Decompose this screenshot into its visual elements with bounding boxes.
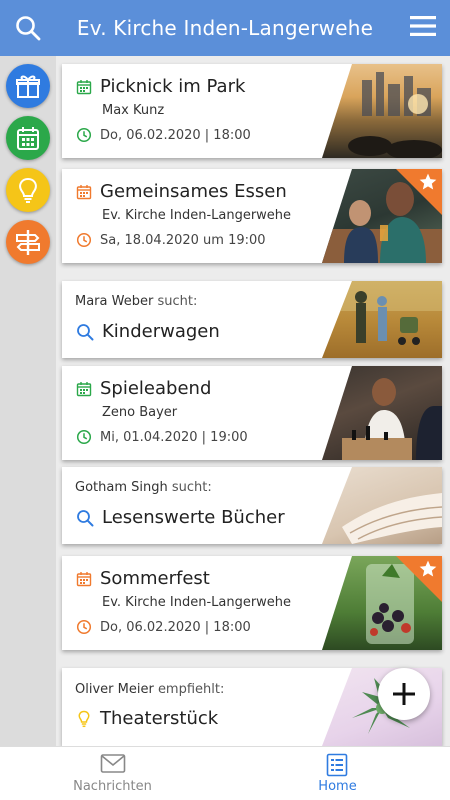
post-image: [322, 467, 442, 544]
event-datetime: Mi, 01.04.2020 | 19:00: [100, 429, 248, 445]
nav-nachrichten[interactable]: Nachrichten: [0, 747, 225, 800]
event-organizer: Ev. Kirche Inden-Langerwehe: [102, 595, 292, 610]
event-card-picknick[interactable]: Picknick im Park Max Kunz Do, 06.02.2020…: [62, 64, 442, 158]
calendar-icon: [76, 571, 92, 586]
clock-icon: [76, 619, 92, 635]
category-rail: [0, 56, 56, 746]
home-list-icon: [326, 753, 348, 777]
page-title: Ev. Kirche Inden-Langerwehe: [76, 16, 374, 40]
star-icon: [419, 560, 437, 577]
category-services-button[interactable]: [6, 220, 50, 264]
add-post-button[interactable]: [378, 668, 430, 720]
calendar-icon: [76, 381, 92, 396]
category-ideas-button[interactable]: [6, 168, 50, 212]
calendar-icon: [76, 184, 92, 199]
post-verb: sucht:: [157, 294, 198, 309]
event-title: Picknick im Park: [100, 76, 246, 97]
clock-icon: [76, 429, 92, 445]
clock-icon: [76, 127, 92, 143]
post-item: Theaterstück: [100, 708, 219, 729]
post-item: Lesenswerte Bücher: [102, 507, 285, 528]
post-verb: empfiehlt:: [157, 682, 225, 697]
search-icon: [77, 509, 94, 526]
post-author-line: Mara Weber sucht:: [75, 294, 197, 309]
nav-nachrichten-label: Nachrichten: [73, 779, 152, 794]
nav-home[interactable]: Home: [225, 747, 450, 800]
post-author: Oliver Meier: [75, 682, 154, 697]
plus-icon: [393, 683, 415, 705]
nav-home-label: Home: [318, 779, 357, 794]
event-title: Spieleabend: [100, 378, 212, 399]
signpost-icon: [16, 230, 40, 255]
post-image: [322, 281, 442, 358]
search-card-buecher[interactable]: Gotham Singh sucht: Lesenswerte Bücher: [62, 467, 442, 544]
event-organizer: Max Kunz: [102, 103, 165, 118]
calendar-icon: [17, 127, 39, 150]
lightbulb-icon: [19, 177, 37, 203]
event-datetime: Do, 06.02.2020 | 18:00: [100, 127, 251, 143]
event-datetime: Do, 06.02.2020 | 18:00: [100, 619, 251, 635]
envelope-icon: [100, 754, 126, 773]
post-author: Gotham Singh: [75, 480, 168, 495]
event-card-essen[interactable]: Gemeinsames Essen Ev. Kirche Inden-Lange…: [62, 169, 442, 263]
event-organizer: Zeno Bayer: [102, 405, 178, 420]
event-image: [322, 64, 442, 158]
star-icon: [419, 173, 437, 190]
post-author-line: Gotham Singh sucht:: [75, 480, 212, 495]
event-card-spieleabend[interactable]: Spieleabend Zeno Bayer Mi, 01.04.2020 | …: [62, 366, 442, 460]
hamburger-menu-icon[interactable]: [410, 13, 436, 39]
event-datetime: Sa, 18.04.2020 um 19:00: [100, 232, 266, 248]
gift-icon: [16, 75, 40, 98]
event-organizer: Ev. Kirche Inden-Langerwehe: [102, 208, 292, 223]
app-header: Ev. Kirche Inden-Langerwehe: [0, 0, 450, 56]
event-card-sommerfest[interactable]: Sommerfest Ev. Kirche Inden-Langerwehe D…: [62, 556, 442, 650]
post-verb: sucht:: [171, 480, 212, 495]
post-author-line: Oliver Meier empfiehlt:: [75, 682, 224, 697]
event-image: [322, 366, 442, 460]
event-title: Gemeinsames Essen: [100, 181, 287, 202]
lightbulb-icon: [78, 710, 90, 727]
event-title: Sommerfest: [100, 568, 210, 589]
clock-icon: [76, 232, 92, 248]
search-icon[interactable]: [14, 14, 42, 42]
category-events-button[interactable]: [6, 116, 50, 160]
search-icon: [77, 323, 94, 340]
category-gift-button[interactable]: [6, 64, 50, 108]
calendar-icon: [76, 79, 92, 94]
bottom-navigation: Nachrichten Home: [0, 746, 450, 800]
post-author: Mara Weber: [75, 294, 154, 309]
search-card-kinderwagen[interactable]: Mara Weber sucht: Kinderwagen: [62, 281, 442, 358]
post-item: Kinderwagen: [102, 321, 220, 342]
